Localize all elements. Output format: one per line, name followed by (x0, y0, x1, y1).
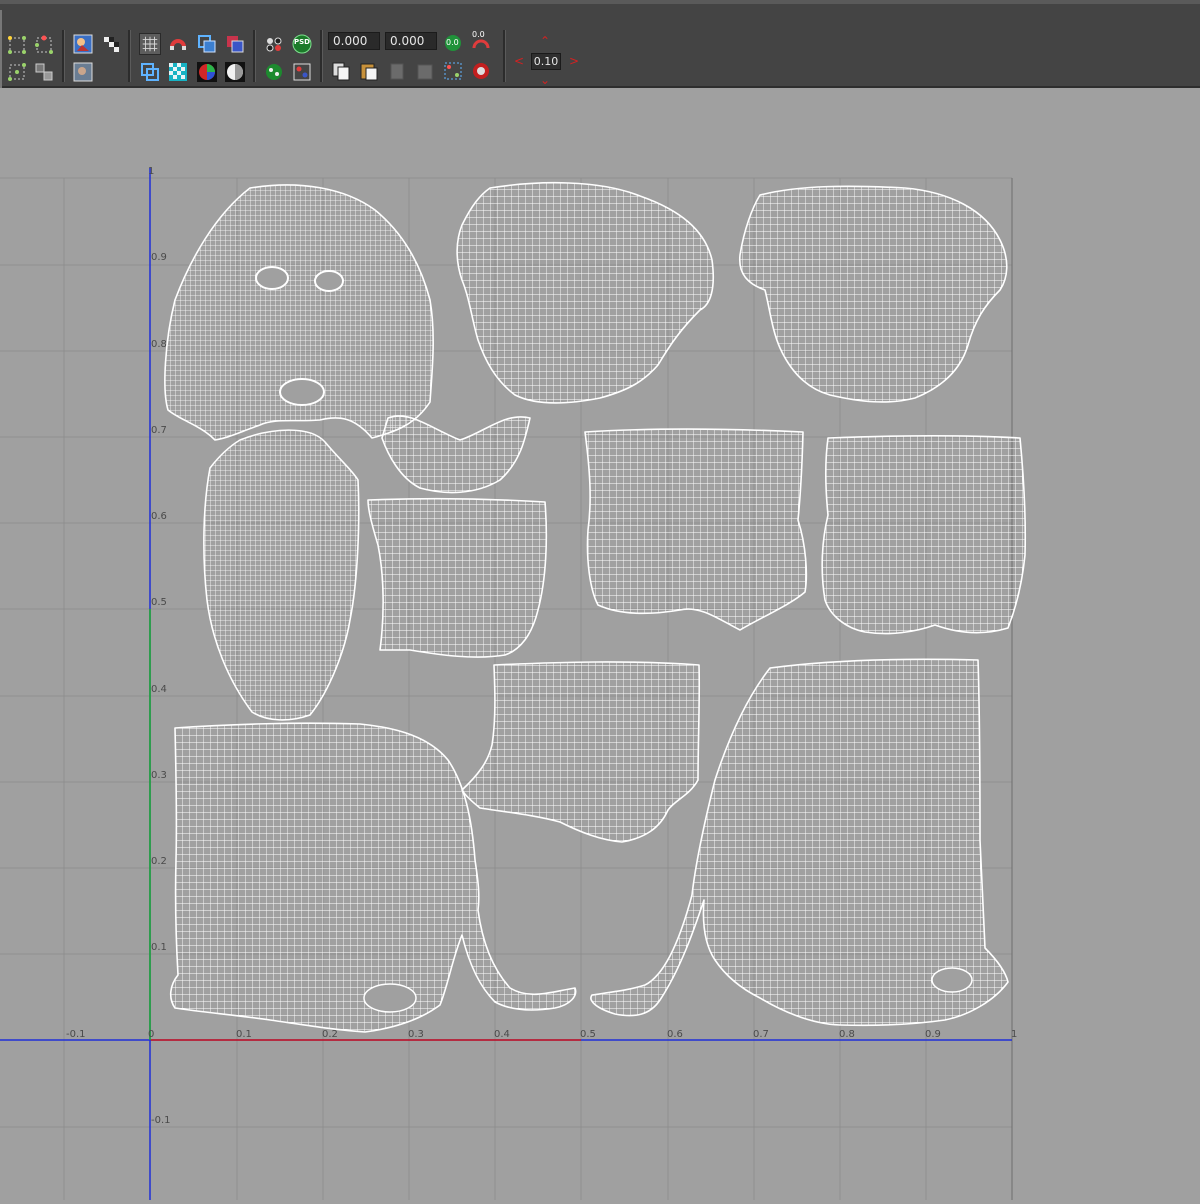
u-tick-label: 0.7 (753, 1029, 769, 1040)
grid-toggle-icon[interactable] (139, 33, 161, 55)
v-tick-label: 1 (148, 166, 154, 177)
v-tick-label: 0.1 (151, 942, 167, 953)
distortion-icon[interactable] (291, 61, 313, 83)
uv-canvas[interactable]: -0.1 0 0.1 0.2 0.3 0.4 0.5 0.6 0.7 0.8 0… (0, 90, 1200, 1200)
nudge-right-icon[interactable]: > (569, 55, 579, 67)
select-edge-icon[interactable] (33, 34, 55, 56)
u-tick-label: 0.9 (925, 1029, 941, 1040)
v-tick-label: 0.8 (151, 339, 167, 350)
move-u-icon[interactable]: 0.0 (442, 32, 464, 54)
uv-shell-back-left[interactable] (456, 181, 715, 404)
checker-display-icon[interactable] (100, 33, 122, 55)
uv-shell-back-right[interactable] (739, 185, 1008, 403)
zero-badge: 0.0 (446, 38, 459, 47)
copy-uvs-icon[interactable] (330, 60, 352, 82)
uv-shell-eye-left (255, 266, 289, 290)
uv-shell-bridge[interactable] (381, 415, 531, 494)
u-tick-label: 0.6 (667, 1029, 683, 1040)
u-tick-label: 0.5 (580, 1029, 596, 1040)
u-tick-label: 0.3 (408, 1029, 424, 1040)
u-tick-labels: -0.1 0 0.1 0.2 0.3 0.4 0.5 0.6 0.7 0.8 0… (66, 1029, 1017, 1040)
uv-editor-toolbar: PSD 0.0 0.0 ⌃ < 0.10 > ⌄ (0, 0, 1200, 88)
nudge-step-field[interactable]: 0.10 (531, 53, 561, 70)
psd-badge: PSD (294, 38, 310, 46)
toolbar-separator (503, 30, 506, 82)
paste-u-icon[interactable] (386, 60, 408, 82)
uv-snapshot-icon[interactable] (263, 33, 285, 55)
paste-uvs-icon[interactable] (358, 60, 380, 82)
u-tick-label: -0.1 (66, 1029, 86, 1040)
select-vertex-icon[interactable] (6, 34, 28, 56)
snap-magnet-icon[interactable] (167, 33, 189, 55)
v-tick-labels: 1 0.9 0.8 0.7 0.6 0.5 0.4 0.3 0.2 0.1 -0… (148, 166, 171, 1126)
uv-shell-mouth (279, 378, 325, 406)
nudge-up-icon[interactable]: ⌃ (540, 35, 550, 47)
u-tick-label: 0.1 (236, 1029, 252, 1040)
nudge-left-icon[interactable]: < (514, 55, 524, 67)
uv-shell-torso-left[interactable] (367, 497, 548, 658)
uv-shells (164, 181, 1027, 1033)
v-tick-label: 0.3 (151, 770, 167, 781)
delete-uvs-icon[interactable] (470, 60, 492, 82)
toolbar-separator (253, 30, 256, 82)
move-v-icon[interactable]: 0.0 (470, 30, 492, 52)
checker-map-icon[interactable] (167, 61, 189, 83)
toolbar-separator (128, 30, 131, 82)
u-tick-label: 0.2 (322, 1029, 338, 1040)
v-tick-label: 0.4 (151, 684, 167, 695)
toolbar-separator (320, 30, 323, 82)
uv-shell-hole-left (363, 983, 417, 1013)
v-tick-label: 0.9 (151, 252, 167, 263)
rgb-channels-icon[interactable] (196, 61, 218, 83)
u-tick-label: 1 (1011, 1029, 1017, 1040)
u-value-field[interactable] (328, 32, 380, 50)
v-tick-label: 0.2 (151, 856, 167, 867)
v-tick-label: 0.6 (151, 511, 167, 522)
cycle-uvs-icon[interactable] (442, 60, 464, 82)
uv-shell-neck[interactable] (203, 429, 360, 721)
u-tick-label: 0.8 (839, 1029, 855, 1040)
image-display-icon[interactable] (72, 33, 94, 55)
paste-v-icon[interactable] (414, 60, 436, 82)
toolbar-separator (62, 30, 65, 82)
copy-shell-icon[interactable] (196, 33, 218, 55)
nudge-down-icon[interactable]: ⌄ (540, 74, 550, 86)
select-uv-icon[interactable] (33, 61, 55, 83)
uv-shell-eye-right (314, 270, 344, 292)
uv-shell-torso-right[interactable] (821, 434, 1027, 635)
u-tick-label: 0 (148, 1029, 154, 1040)
uv-shell-hip[interactable] (461, 661, 701, 843)
toolbar-edge (0, 10, 2, 88)
select-face-icon[interactable] (6, 61, 28, 83)
texture-border-icon[interactable] (263, 61, 285, 83)
v-tick-label: -0.1 (151, 1115, 171, 1126)
v-tick-label: 0.7 (151, 425, 167, 436)
overlap-shell-icon[interactable] (224, 33, 246, 55)
shaded-uv-icon[interactable] (139, 61, 161, 83)
uv-shell-hole-right (931, 967, 973, 993)
alpha-channel-icon[interactable] (224, 61, 246, 83)
image-dim-icon[interactable] (72, 61, 94, 83)
uv-shell-torso-center[interactable] (584, 428, 808, 631)
v-tick-label: 0.5 (151, 597, 167, 608)
psd-network-icon[interactable]: PSD (291, 33, 313, 55)
v-value-field[interactable] (385, 32, 437, 50)
u-tick-label: 0.4 (494, 1029, 510, 1040)
uv-viewport[interactable]: -0.1 0 0.1 0.2 0.3 0.4 0.5 0.6 0.7 0.8 0… (0, 90, 1200, 1200)
